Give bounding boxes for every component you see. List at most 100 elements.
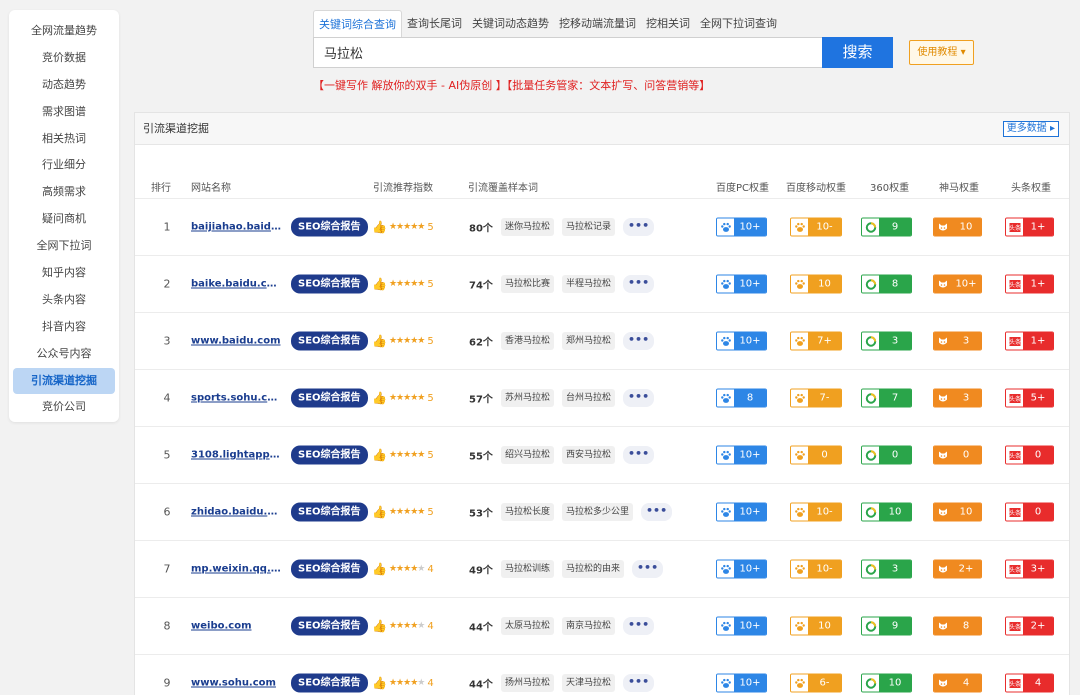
baidu-pc-weight[interactable]: 10+ [716, 217, 767, 237]
site-link[interactable]: weibo.com [191, 621, 283, 632]
baidu-mobile-weight[interactable]: 0 [790, 445, 842, 465]
seo-report-button[interactable]: SEO综合报告 [291, 331, 368, 351]
seo-report-button[interactable]: SEO综合报告 [291, 616, 368, 636]
baidu-mobile-weight[interactable]: 10- [790, 502, 842, 522]
keyword-chip[interactable]: 香港马拉松 [501, 332, 555, 350]
site-link[interactable]: www.sohu.com [191, 678, 283, 689]
baidu-mobile-weight[interactable]: 6- [790, 673, 842, 693]
keyword-chip[interactable]: 扬州马拉松 [501, 674, 555, 692]
baidu-mobile-weight[interactable]: 7+ [790, 331, 842, 351]
toutiao-weight[interactable]: 头条 5+ [1005, 388, 1054, 408]
more-keywords-icon[interactable]: ••• [632, 560, 664, 578]
search-button[interactable]: 搜索 [822, 37, 893, 68]
more-keywords-icon[interactable]: ••• [623, 218, 655, 236]
sidebar-item[interactable]: 知乎内容 [9, 260, 119, 287]
sidebar-item[interactable]: 动态趋势 [9, 72, 119, 99]
sidebar-item[interactable]: 引流渠道挖掘 [13, 367, 115, 395]
query-tab[interactable]: 关键词综合查询 [313, 10, 402, 37]
keyword-chip[interactable]: 郑州马拉松 [562, 332, 616, 350]
sidebar-item[interactable]: 公众号内容 [9, 341, 119, 368]
sidebar-item[interactable]: 全网下拉词 [9, 233, 119, 260]
seo-report-button[interactable]: SEO综合报告 [291, 274, 368, 294]
query-tab[interactable]: 关键词动态趋势 [467, 10, 554, 37]
seo-report-button[interactable]: SEO综合报告 [291, 673, 368, 693]
seo-report-button[interactable]: SEO综合报告 [291, 559, 368, 579]
site-link[interactable]: baijiahao.baidu.c... [191, 222, 283, 233]
baidu-pc-weight[interactable]: 10+ [716, 673, 767, 693]
sidebar-item[interactable]: 高频需求 [9, 179, 119, 206]
query-tab[interactable]: 挖移动端流量词 [554, 10, 641, 37]
baidu-pc-weight[interactable]: 10+ [716, 559, 767, 579]
sidebar-item[interactable]: 竞价公司 [9, 394, 119, 421]
tutorial-dropdown[interactable]: 使用教程 ▾ [909, 40, 974, 65]
360-weight[interactable]: 3 [861, 331, 912, 351]
site-link[interactable]: baike.baidu.com [191, 279, 283, 290]
360-weight[interactable]: 10 [861, 673, 912, 693]
toutiao-weight[interactable]: 头条 1+ [1005, 274, 1054, 294]
baidu-mobile-weight[interactable]: 10 [790, 616, 842, 636]
keyword-chip[interactable]: 迷你马拉松 [501, 218, 555, 236]
query-tab[interactable]: 查询长尾词 [402, 10, 467, 37]
keyword-chip[interactable]: 西安马拉松 [562, 446, 616, 464]
keyword-chip[interactable]: 马拉松的由来 [562, 560, 625, 578]
toutiao-weight[interactable]: 头条 1+ [1005, 331, 1054, 351]
baidu-mobile-weight[interactable]: 10- [790, 217, 842, 237]
baidu-pc-weight[interactable]: 8 [716, 388, 767, 408]
keyword-chip[interactable]: 绍兴马拉松 [501, 446, 555, 464]
sidebar-item[interactable]: 抖音内容 [9, 314, 119, 341]
sidebar-item[interactable]: 需求图谱 [9, 99, 119, 126]
toutiao-weight[interactable]: 头条 1+ [1005, 217, 1054, 237]
keyword-chip[interactable]: 马拉松比赛 [501, 275, 555, 293]
sidebar-item[interactable]: 竞价数据 [9, 45, 119, 72]
more-data-button[interactable]: 更多数据 ▸ [1002, 121, 1059, 137]
site-link[interactable]: www.baidu.com [191, 336, 283, 347]
query-tab[interactable]: 全网下拉词查询 [695, 10, 782, 37]
site-link[interactable]: zhidao.baidu.com [191, 507, 283, 518]
sidebar-item[interactable]: 疑问商机 [9, 206, 119, 233]
seo-report-button[interactable]: SEO综合报告 [291, 388, 368, 408]
keyword-chip[interactable]: 马拉松记录 [562, 218, 616, 236]
sidebar-item[interactable]: 行业细分 [9, 152, 119, 179]
more-keywords-icon[interactable]: ••• [623, 332, 655, 350]
more-keywords-icon[interactable]: ••• [623, 275, 655, 293]
sidebar-item[interactable]: 相关热词 [9, 126, 119, 153]
more-keywords-icon[interactable]: ••• [641, 503, 673, 521]
keyword-chip[interactable]: 南京马拉松 [562, 617, 616, 635]
more-keywords-icon[interactable]: ••• [623, 617, 655, 635]
toutiao-weight[interactable]: 头条 3+ [1005, 559, 1054, 579]
baidu-pc-weight[interactable]: 10+ [716, 616, 767, 636]
keyword-chip[interactable]: 半程马拉松 [562, 275, 616, 293]
keyword-chip[interactable]: 苏州马拉松 [501, 389, 555, 407]
keyword-chip[interactable]: 马拉松多少公里 [562, 503, 634, 521]
shenma-weight[interactable]: 10 [933, 502, 982, 522]
sidebar-item[interactable]: 头条内容 [9, 287, 119, 314]
360-weight[interactable]: 7 [861, 388, 912, 408]
360-weight[interactable]: 9 [861, 217, 912, 237]
keyword-chip[interactable]: 马拉松训练 [501, 560, 555, 578]
shenma-weight[interactable]: 4 [933, 673, 982, 693]
query-tab[interactable]: 挖相关词 [641, 10, 695, 37]
shenma-weight[interactable]: 10 [933, 217, 982, 237]
baidu-mobile-weight[interactable]: 10 [790, 274, 842, 294]
360-weight[interactable]: 9 [861, 616, 912, 636]
baidu-pc-weight[interactable]: 10+ [716, 331, 767, 351]
keyword-chip[interactable]: 台州马拉松 [562, 389, 616, 407]
keyword-chip[interactable]: 天津马拉松 [562, 674, 616, 692]
shenma-weight[interactable]: 2+ [933, 559, 982, 579]
shenma-weight[interactable]: 3 [933, 388, 982, 408]
site-link[interactable]: sports.sohu.com [191, 393, 283, 404]
seo-report-button[interactable]: SEO综合报告 [291, 217, 368, 237]
toutiao-weight[interactable]: 头条 2+ [1005, 616, 1054, 636]
shenma-weight[interactable]: 0 [933, 445, 982, 465]
baidu-pc-weight[interactable]: 10+ [716, 445, 767, 465]
toutiao-weight[interactable]: 头条 0 [1005, 445, 1054, 465]
keyword-chip[interactable]: 马拉松长度 [501, 503, 555, 521]
sidebar-item[interactable]: 全网流量趋势 [9, 18, 119, 45]
baidu-pc-weight[interactable]: 10+ [716, 274, 767, 294]
keyword-chip[interactable]: 太原马拉松 [501, 617, 555, 635]
360-weight[interactable]: 0 [861, 445, 912, 465]
baidu-pc-weight[interactable]: 10+ [716, 502, 767, 522]
shenma-weight[interactable]: 3 [933, 331, 982, 351]
baidu-mobile-weight[interactable]: 10- [790, 559, 842, 579]
seo-report-button[interactable]: SEO综合报告 [291, 445, 368, 465]
